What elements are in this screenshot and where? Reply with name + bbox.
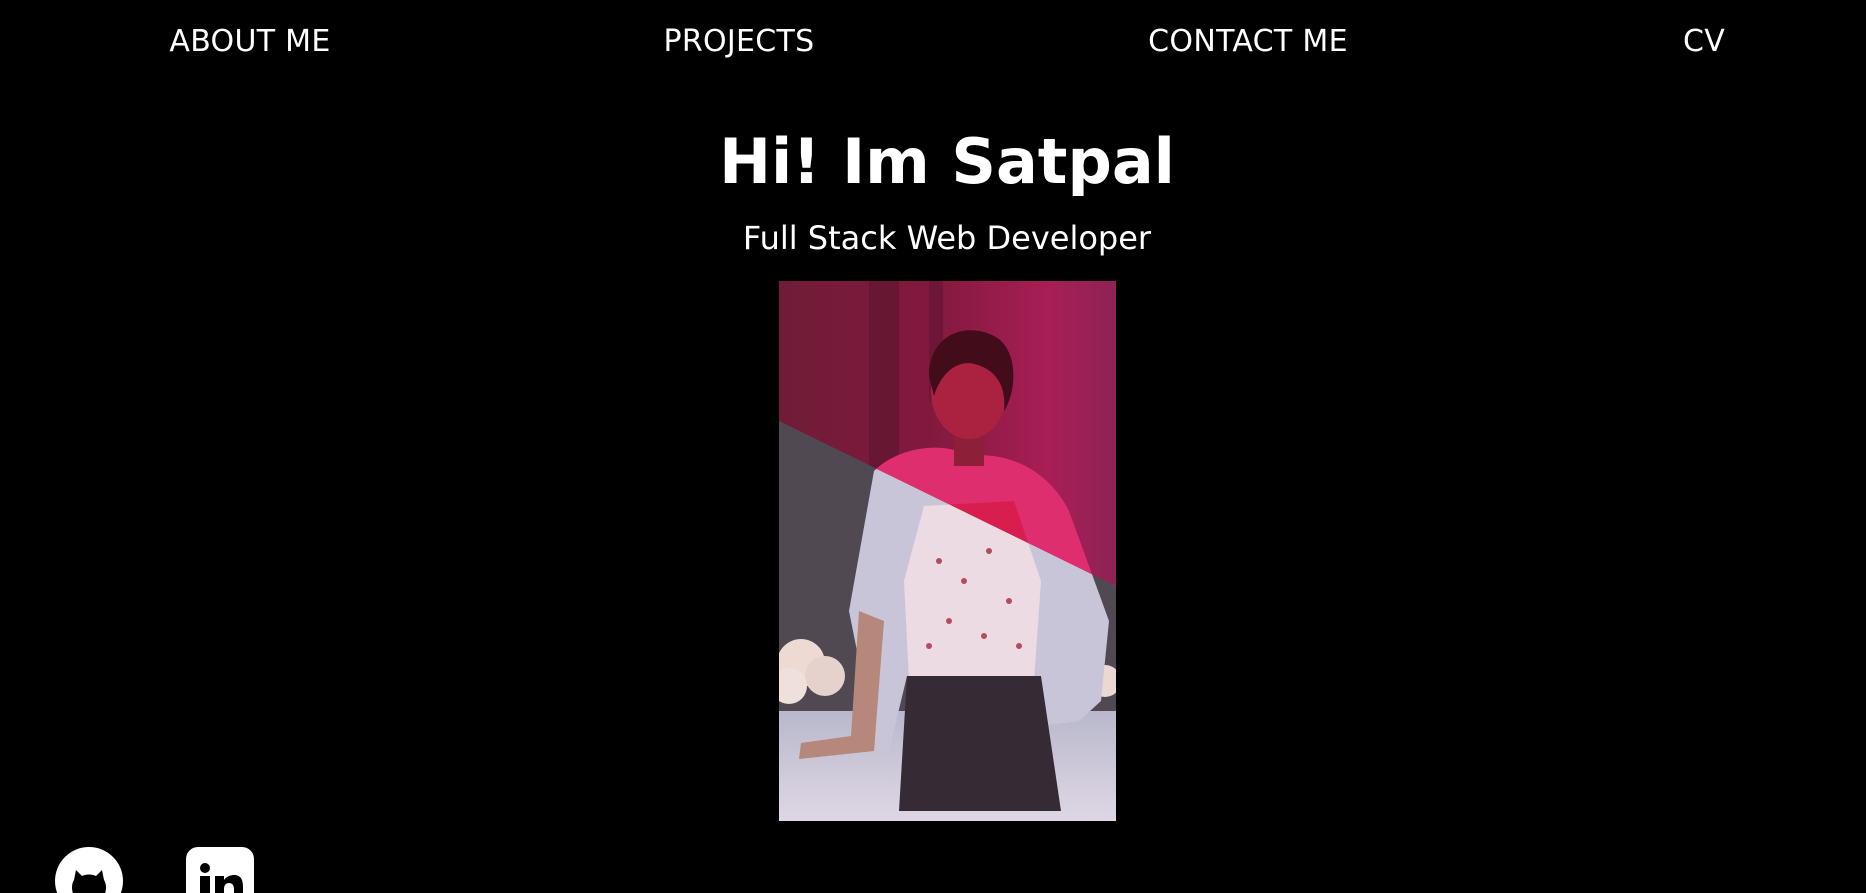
nav-cv[interactable]: CV [1683, 22, 1725, 62]
nav-contact-me[interactable]: CONTACT ME [1148, 22, 1348, 62]
nav-about-me[interactable]: ABOUT ME [169, 22, 330, 62]
github-icon[interactable] [54, 846, 124, 893]
page: ABOUT ME PROJECTS CONTACT ME CV Hi! Im S… [0, 0, 1866, 893]
hero-title: Hi! Im Satpal [719, 125, 1175, 198]
hero-subtitle: Full Stack Web Developer [742, 219, 1152, 257]
linkedin-icon[interactable] [185, 846, 255, 893]
nav-projects[interactable]: PROJECTS [663, 22, 814, 62]
portrait-photo [779, 281, 1116, 821]
top-nav: ABOUT ME PROJECTS CONTACT ME CV [0, 0, 1866, 84]
social-links [54, 846, 314, 893]
